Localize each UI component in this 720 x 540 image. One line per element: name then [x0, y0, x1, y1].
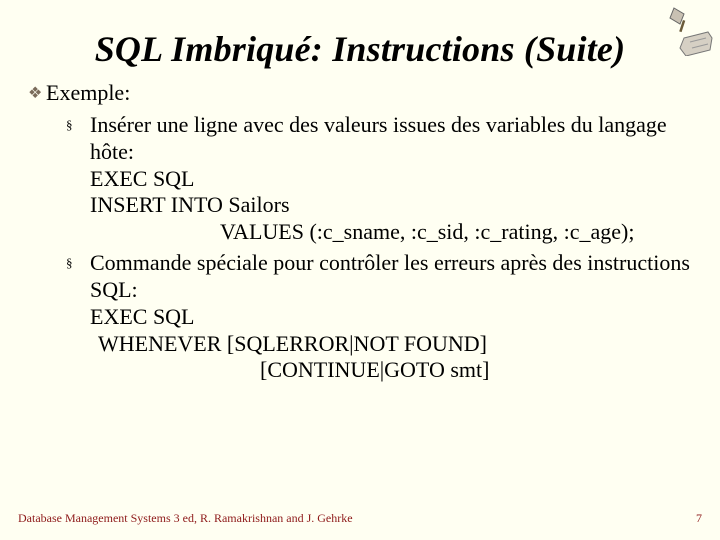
footer-credit: Database Management Systems 3 ed, R. Ram… [18, 511, 353, 526]
whenever-exec: EXEC SQL [90, 304, 692, 331]
square-bullet-icon: § [66, 250, 90, 384]
slide: SQL Imbriqué: Instructions (Suite) ❖ Exe… [0, 0, 720, 540]
whenever-action: [CONTINUE|GOTO smt] [90, 357, 692, 384]
trowel-bricks-icon [650, 4, 714, 56]
bullet-insert-body: Insérer une ligne avec des valeurs issue… [90, 112, 692, 246]
bullet-exemple: ❖ Exemple: [28, 80, 692, 108]
bullet-whenever: § Commande spéciale pour contrôler les e… [66, 250, 692, 384]
insert-into: INSERT INTO Sailors [90, 192, 692, 219]
slide-title: SQL Imbriqué: Instructions (Suite) [28, 28, 692, 70]
whenever-lead: Commande spéciale pour contrôler les err… [90, 250, 692, 304]
footer-page-number: 7 [696, 511, 702, 526]
slide-body: ❖ Exemple: § Insérer une ligne avec des … [28, 80, 692, 384]
bullet-exemple-text: Exemple: [46, 80, 692, 108]
square-bullet-icon: § [66, 112, 90, 246]
insert-exec: EXEC SQL [90, 166, 692, 193]
whenever-clause: WHENEVER [SQLERROR|NOT FOUND] [90, 331, 692, 358]
bullet-whenever-body: Commande spéciale pour contrôler les err… [90, 250, 692, 384]
diamond-bullet-icon: ❖ [28, 80, 46, 108]
bullet-insert: § Insérer une ligne avec des valeurs iss… [66, 112, 692, 246]
slide-footer: Database Management Systems 3 ed, R. Ram… [18, 511, 702, 526]
insert-values: VALUES (:c_sname, :c_sid, :c_rating, :c_… [90, 219, 692, 246]
insert-lead: Insérer une ligne avec des valeurs issue… [90, 112, 692, 166]
